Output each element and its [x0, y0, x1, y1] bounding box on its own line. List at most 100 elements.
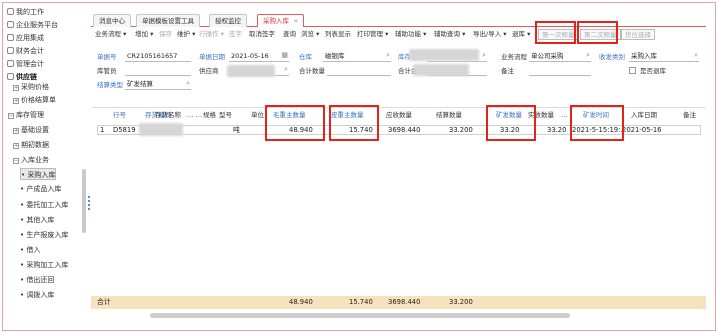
toolbar-browse-button[interactable]: 浏览 ▾	[301, 29, 319, 40]
col-header-row-no[interactable]: 行号	[113, 110, 126, 120]
redacted-block	[409, 49, 479, 61]
detail-grid: 行号 存货编码 存货名称 … … 规格 型号 单位 毛重主数量 皮重主数量 应收…	[91, 105, 706, 312]
return-label: 是否退库	[640, 67, 666, 75]
date-field[interactable]: 2021-05-16 ▦	[229, 51, 289, 62]
sidebar-item-borrow-in[interactable]: • 借入	[20, 244, 40, 256]
remark-field[interactable]	[529, 66, 591, 76]
collapse-icon: −	[13, 158, 19, 164]
tab-auth-monitor[interactable]: 授权监控	[209, 14, 247, 27]
sidebar-item-inventory[interactable]: − 库存管理	[8, 109, 44, 121]
search-icon[interactable]: ⌕	[482, 51, 486, 60]
toolbar-sign-button[interactable]: 签字	[229, 29, 242, 40]
cell-unit[interactable]: 吨	[233, 125, 240, 135]
sidebar-item-management[interactable]: 管理会计	[7, 58, 44, 70]
sidebar-item-price-settle[interactable]: + 价格结算单	[13, 94, 56, 106]
search-icon[interactable]: ⌕	[386, 51, 390, 60]
toolbar: 业务流程 ▾ 增加 ▾ 保存 维护 ▾ 行操作 ▾ 签字 取消签字 查询 浏览 …	[91, 21, 706, 44]
toolbar-save-button[interactable]: 保存	[159, 29, 172, 40]
sidebar-item-inbound[interactable]: − 入库业务	[13, 154, 49, 166]
expand-icon: +	[13, 98, 19, 104]
close-icon[interactable]: ×	[293, 15, 298, 27]
sidebar-item-base-settings[interactable]: + 基础设置	[13, 124, 49, 136]
col-header-model[interactable]: 型号	[219, 110, 232, 120]
toolbar-aux-query-button[interactable]: 辅助查询 ▾	[434, 29, 465, 40]
highlight-mine-time-column	[570, 105, 624, 141]
toolbar-aux-func-button[interactable]: 辅助功能 ▾	[395, 29, 426, 40]
flow-field[interactable]: 单公司采购 ⌕	[529, 51, 591, 62]
doc-no-field[interactable]: CR2105161657	[125, 52, 191, 62]
cell-row-no: 1	[100, 126, 105, 134]
highlight-gross-column	[265, 105, 325, 141]
sidebar-item-purchase-process[interactable]: • 采购加工入库	[20, 259, 68, 271]
redacted-block	[227, 65, 275, 77]
tab-message-center[interactable]: 消息中心	[93, 14, 131, 27]
sidebar-item-outsource-inbound[interactable]: • 委托加工入库	[20, 199, 68, 211]
sidebar-item-lend-return[interactable]: • 借出还回	[20, 274, 54, 286]
toolbar-add-button[interactable]: 增加 ▾	[135, 29, 153, 40]
cell-code[interactable]: D5819	[113, 125, 136, 135]
col-header-spec[interactable]: 规格	[203, 110, 216, 120]
expand-icon: +	[13, 143, 19, 149]
total-qty-label: 合计数量	[299, 67, 325, 75]
home-icon	[7, 8, 14, 15]
toolbar-row-op-button[interactable]: 行操作 ▾	[199, 29, 224, 40]
toolbar-export-button[interactable]: 导出/导入 ▾	[473, 29, 507, 40]
cell-in-date[interactable]: 2021-05-16	[622, 125, 662, 135]
search-icon[interactable]: ⌕	[694, 51, 698, 60]
keeper-field[interactable]	[125, 66, 191, 76]
doc-no-label: 单据号	[97, 53, 117, 61]
col-header-name[interactable]: 存货名称	[155, 110, 181, 120]
cell-due[interactable]: 3698.440	[388, 125, 420, 135]
globe-icon	[7, 47, 14, 54]
expand-icon: +	[13, 128, 19, 134]
flow-label: 业务流程	[501, 53, 527, 61]
sidebar-item-transfer-in[interactable]: • 调拨入库	[20, 289, 54, 301]
sidebar-item-other-inbound[interactable]: • 其他入库	[20, 214, 54, 226]
sidebar-item-finance[interactable]: 财务会计	[7, 45, 44, 57]
redacted-block	[413, 64, 469, 76]
toolbar-unsign-button[interactable]: 取消签字	[249, 29, 275, 40]
dispatch-field[interactable]: 采购入库 ⌕	[629, 51, 699, 62]
sidebar-item-scrap-inbound[interactable]: • 生产报废入库	[20, 229, 68, 241]
toolbar-list-button[interactable]: 列表显示	[325, 29, 351, 40]
toolbar-maintain-button[interactable]: 维护 ▾	[177, 29, 195, 40]
horizontal-scrollbar[interactable]	[150, 313, 570, 318]
toolbar-query-button[interactable]: 查询	[283, 29, 296, 40]
sidebar-item-initial-data[interactable]: + 期初数据	[13, 139, 49, 151]
toolbar-return-button[interactable]: 退库 ▾	[512, 29, 530, 40]
tab-purchase-inbound[interactable]: 采购入库 ×	[257, 14, 305, 27]
sidebar-item-purchase-price[interactable]: + 采购价格	[13, 81, 49, 93]
grid-icon	[7, 21, 14, 28]
sidebar-item-product-inbound[interactable]: • 产成品入库	[20, 183, 61, 195]
location-select-button[interactable]: 货位选择	[621, 29, 655, 40]
totals-label: 合计	[97, 298, 111, 306]
col-header-unit[interactable]: 单位	[251, 110, 264, 120]
col-header-ellipsis2: …	[561, 111, 568, 119]
cell-settle[interactable]: 33.200	[449, 125, 473, 135]
tab-template-tool[interactable]: 单据模板设置工具	[136, 14, 200, 27]
settle-field[interactable]: 矿发结算 ⌕	[125, 79, 191, 90]
sidebar-item-purchase-inbound[interactable]: • 采购入库	[20, 168, 57, 180]
highlight-weigh-first	[535, 21, 576, 44]
col-header-due[interactable]: 应收数量	[386, 110, 412, 120]
sidebar-item-enterprise[interactable]: 企业服务平台	[7, 19, 58, 31]
search-icon[interactable]: ⌕	[586, 51, 590, 60]
return-checkbox[interactable]	[629, 67, 636, 74]
col-header-settle[interactable]: 结算数量	[436, 110, 462, 120]
sidebar-scrollbar[interactable]	[82, 169, 86, 233]
search-icon[interactable]: ⌕	[284, 65, 288, 74]
sidebar-item-integration[interactable]: 应用集成	[7, 32, 44, 44]
col-header-remark[interactable]: 备注	[683, 110, 696, 120]
highlight-tare-column	[329, 105, 379, 141]
toolbar-flow-button[interactable]: 业务流程 ▾	[95, 29, 126, 40]
calendar-icon[interactable]: ▦	[281, 51, 288, 60]
toolbar-print-button[interactable]: 打印管理 ▾	[357, 29, 388, 40]
warehouse-field[interactable]: 磁银库 ⌕	[323, 51, 391, 62]
search-icon[interactable]: ⌕	[186, 79, 190, 88]
totals-row: 合计 48.940 15.740 3698.440 33.200	[91, 296, 706, 309]
splitter-handle[interactable]	[88, 196, 90, 210]
cell-actual[interactable]: 33.20	[547, 125, 566, 135]
sidebar-item-my-work[interactable]: 我的工作	[7, 6, 44, 18]
col-header-in-date[interactable]: 入库日期	[631, 110, 657, 120]
grid-icon	[7, 34, 14, 41]
